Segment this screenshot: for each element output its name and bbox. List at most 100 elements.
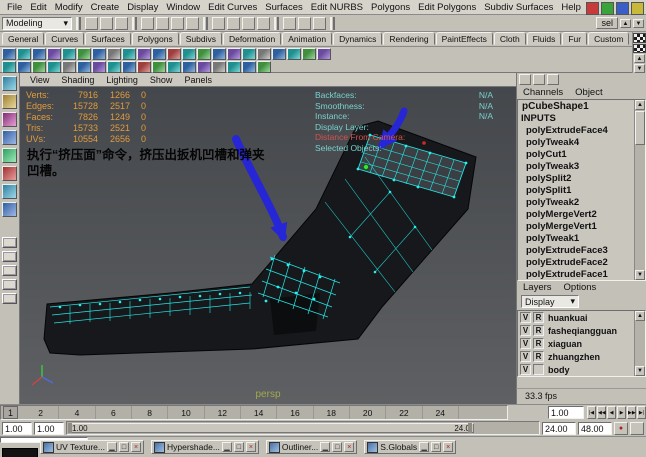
playback-end-field[interactable]: 48.00 (578, 421, 612, 435)
close-icon[interactable]: × (130, 442, 141, 452)
layer-options-menu[interactable]: Options (564, 282, 597, 293)
rotate-tool-icon[interactable] (2, 148, 17, 163)
channel-box-scrollbar[interactable]: ▲ ▼ (634, 100, 645, 280)
menu-polygons[interactable]: Polygons (367, 2, 414, 13)
shelf-icon[interactable] (107, 60, 121, 73)
layer-row[interactable]: V R huankuai (518, 311, 645, 324)
select-hierarchy-icon[interactable] (141, 16, 154, 30)
show-manipulator-tool-icon[interactable] (2, 184, 17, 199)
shelf-icon[interactable] (182, 47, 196, 60)
snap-grid-icon[interactable] (212, 16, 225, 30)
shelf-icon[interactable] (107, 47, 121, 60)
minimize-icon[interactable]: ▁ (221, 442, 232, 452)
shelf-tab-fur[interactable]: Fur (562, 32, 588, 45)
channel-input-item[interactable]: polyTweak1 (518, 233, 645, 245)
layout-four-pane-button[interactable] (2, 251, 17, 262)
animation-preferences-icon[interactable] (630, 421, 644, 435)
shelf-icon[interactable] (287, 47, 301, 60)
shelf-icon[interactable] (212, 60, 226, 73)
layer-visible-toggle[interactable]: V (520, 325, 531, 336)
play-backwards-button[interactable]: ◀ (607, 406, 616, 419)
menu-edit[interactable]: Edit (26, 2, 50, 13)
layer-row[interactable]: V R xiaguan (518, 337, 645, 350)
selection-mask-icon[interactable] (186, 16, 199, 30)
shape-node-name[interactable]: pCubeShape1 (518, 100, 645, 113)
layer-visible-toggle[interactable]: V (520, 351, 531, 362)
channel-manip-icon[interactable] (519, 74, 531, 85)
shelf-icon[interactable] (167, 60, 181, 73)
layer-renderable-toggle[interactable]: R (533, 351, 544, 362)
scroll-up-icon[interactable]: ▲ (635, 311, 645, 321)
layer-visible-toggle[interactable]: V (520, 312, 531, 323)
close-icon[interactable]: × (245, 442, 256, 452)
channel-hyperbolic-icon[interactable] (547, 74, 559, 85)
scroll-thumb[interactable] (635, 111, 645, 145)
shelf-icon[interactable] (62, 60, 76, 73)
select-component-icon[interactable] (171, 16, 184, 30)
status-collapse-down-icon[interactable]: ▼ (633, 18, 644, 28)
channel-speed-icon[interactable] (533, 74, 545, 85)
status-divider[interactable] (132, 16, 137, 30)
paint-select-tool-icon[interactable] (2, 112, 17, 127)
shelf-icon[interactable] (212, 47, 226, 60)
construction-history-icon[interactable] (283, 16, 296, 30)
shelf-icon[interactable] (197, 47, 211, 60)
shelf-icon[interactable] (17, 47, 31, 60)
menu-window[interactable]: Window (162, 2, 204, 13)
time-slider[interactable]: 1 2 4 6 8 10 12 14 16 18 20 22 24 (0, 405, 508, 420)
scale-tool-icon[interactable] (2, 166, 17, 181)
layer-renderable-toggle[interactable]: R (533, 325, 544, 336)
shelf-icon[interactable] (227, 47, 241, 60)
shelf-tab-polygons[interactable]: Polygons (131, 32, 179, 45)
green-app-icon[interactable] (601, 2, 614, 15)
blue-app-icon[interactable] (616, 2, 629, 15)
channel-input-item[interactable]: polyMergeVert1 (518, 221, 645, 233)
menu-edit-curves[interactable]: Edit Curves (204, 2, 261, 13)
shelf-scroll-down-icon[interactable]: ▼ (634, 64, 645, 73)
layer-name[interactable]: huankuai (548, 313, 588, 323)
shelf-tab-curves[interactable]: Curves (45, 32, 85, 45)
ipr-render-icon[interactable] (313, 16, 326, 30)
scroll-up-icon[interactable]: ▲ (635, 100, 645, 110)
shelf-icon[interactable] (257, 60, 271, 73)
current-time-field[interactable]: 1.00 (548, 406, 584, 419)
menu-edit-nurbs[interactable]: Edit NURBS (307, 2, 367, 13)
panel-menu-panels[interactable]: Panels (178, 75, 218, 85)
maximize-icon[interactable]: □ (431, 442, 442, 452)
menu-file[interactable]: File (3, 2, 26, 13)
step-back-button[interactable]: ◀◀ (597, 406, 606, 419)
status-divider[interactable] (274, 16, 279, 30)
render-flag-icon[interactable] (633, 43, 646, 53)
shelf-tab-custom[interactable]: Custom (588, 32, 630, 45)
channel-input-item[interactable]: polyTweak4 (518, 137, 645, 149)
layout-persp-outliner-button[interactable] (2, 279, 17, 290)
maximize-icon[interactable]: □ (118, 442, 129, 452)
render-flag-icon[interactable] (633, 33, 646, 43)
shelf-icon[interactable] (32, 47, 46, 60)
range-start-handle[interactable] (68, 423, 72, 433)
menu-modify[interactable]: Modify (51, 2, 87, 13)
scroll-down-icon[interactable]: ▼ (635, 366, 645, 376)
channel-input-item[interactable]: polyTweak2 (518, 197, 645, 209)
panel-menu-show[interactable]: Show (144, 75, 179, 85)
status-collapse-up-icon[interactable]: ▲ (620, 18, 631, 28)
shelf-icon[interactable] (227, 60, 241, 73)
quick-select-field[interactable]: sel (596, 17, 618, 29)
shelf-tab-fluids[interactable]: Fluids (526, 32, 562, 45)
menu-set-dropdown[interactable]: Modeling ▾ (2, 16, 72, 30)
animation-start-field[interactable]: 1.00 (34, 421, 64, 435)
panel-menu-view[interactable]: View (24, 75, 55, 85)
shelf-icon[interactable] (167, 47, 181, 60)
shelf-tab-general[interactable]: General (2, 32, 45, 45)
layer-name[interactable]: body (548, 365, 570, 375)
shelf-icon[interactable] (77, 47, 91, 60)
shelf-icon[interactable] (152, 60, 166, 73)
layout-hypershade-button[interactable] (2, 293, 17, 304)
shelf-tab-dynamics[interactable]: Dynamics (333, 32, 383, 45)
shelf-icon[interactable] (137, 47, 151, 60)
go-to-start-button[interactable]: |◀ (587, 406, 596, 419)
channel-input-item[interactable]: polyExtrudeFace4 (518, 125, 645, 137)
channel-input-item[interactable]: polyTweak3 (518, 161, 645, 173)
shelf-icon[interactable] (197, 60, 211, 73)
menu-edit-polygons[interactable]: Edit Polygons (414, 2, 480, 13)
